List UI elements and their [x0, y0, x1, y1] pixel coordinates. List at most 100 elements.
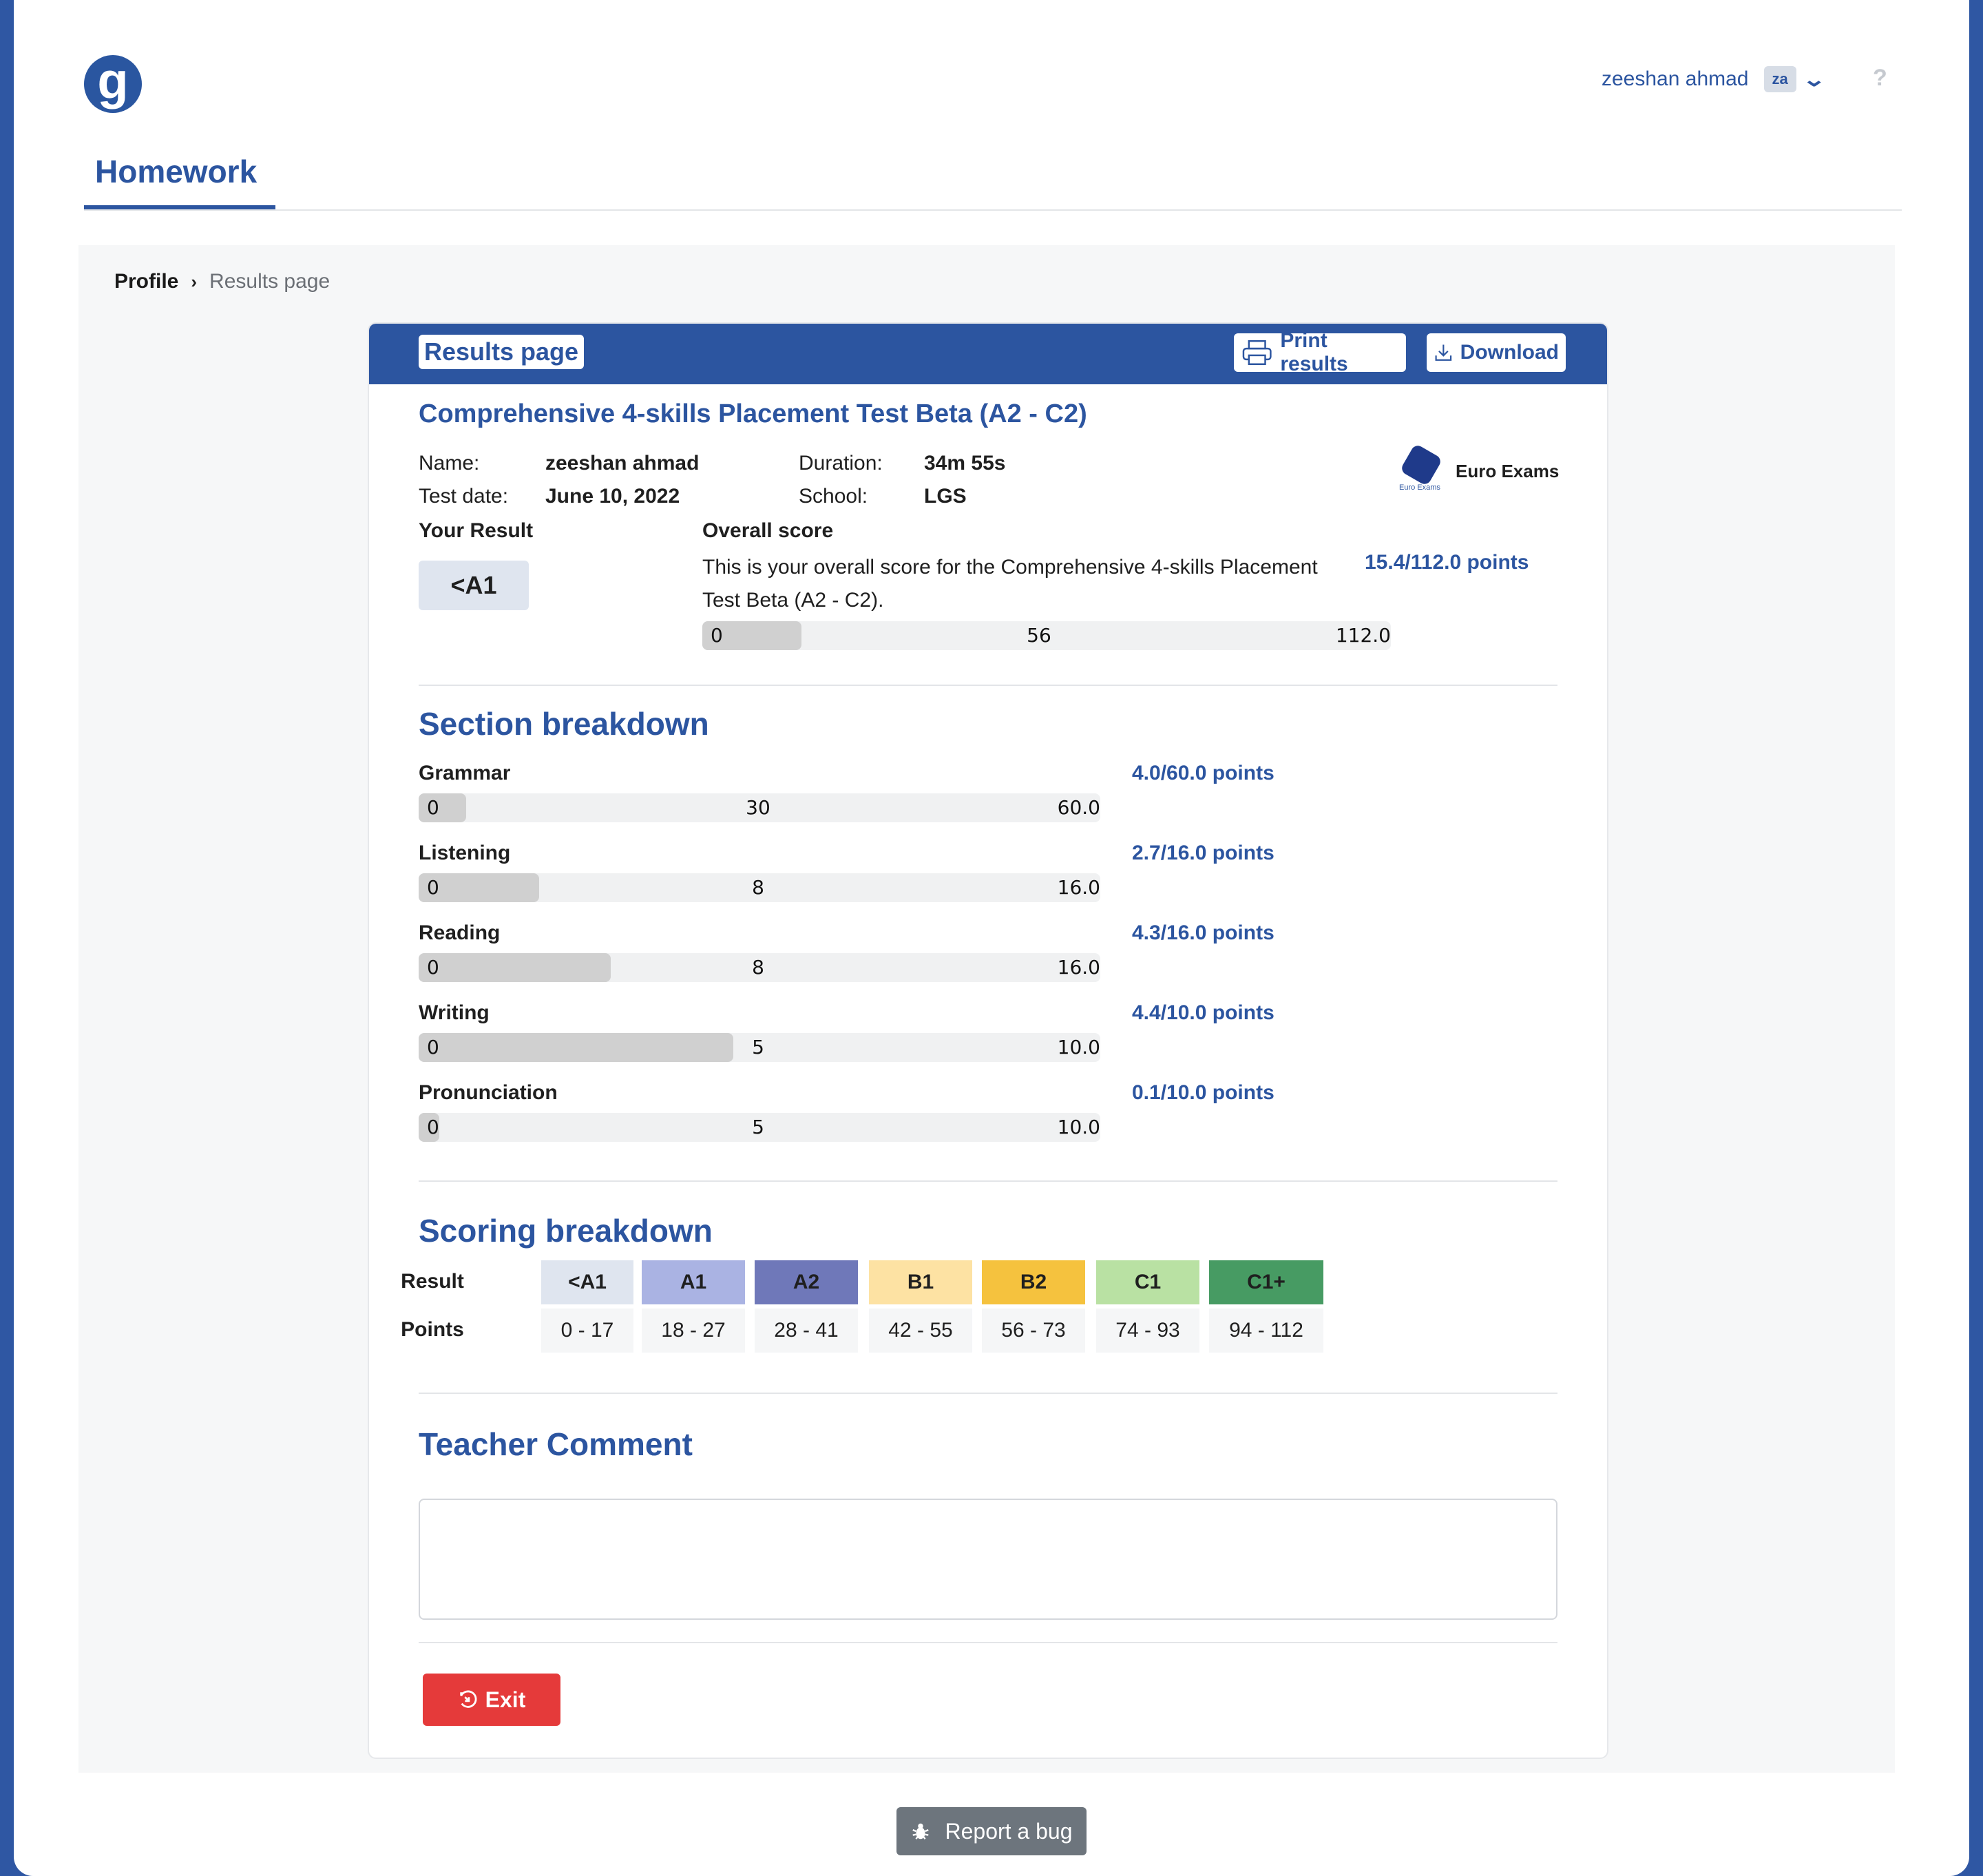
school-value: LGS — [924, 485, 967, 508]
section-bar-max: 60.0 — [1057, 796, 1100, 819]
download-icon — [1435, 344, 1452, 361]
scoring-result-label: Result — [401, 1270, 464, 1293]
level-chip: B2 — [982, 1260, 1085, 1304]
duration-label: Duration: — [799, 452, 883, 475]
provider-logo: Euro Exams Euro Exams — [1399, 443, 1560, 493]
section-progress-bar-pronunciation: 0 5 10.0 — [419, 1113, 1100, 1142]
section-bar-mid: 30 — [746, 796, 770, 819]
card-title: Results page — [419, 335, 585, 369]
overall-points: 15.4/112.0 points — [1365, 551, 1529, 574]
nav-divider — [84, 209, 1902, 211]
section-bar-min: 0 — [427, 1116, 439, 1138]
section-bar-min: 0 — [427, 1036, 439, 1059]
overall-progress-bar: 0 56 112.0 — [702, 621, 1391, 650]
section-label-pronunciation: Pronunciation — [419, 1081, 558, 1104]
chevron-down-icon[interactable]: ⌄ — [1802, 68, 1826, 91]
section-progress-fill — [419, 793, 466, 822]
level-range: 94 - 112 — [1209, 1309, 1323, 1353]
user-name: zeeshan ahmad — [1602, 67, 1749, 90]
level-range: 28 - 41 — [755, 1309, 858, 1353]
section-bar-max: 10.0 — [1057, 1116, 1100, 1138]
section-progress-bar-reading: 0 8 16.0 — [419, 953, 1100, 982]
level-range: 74 - 93 — [1096, 1309, 1199, 1353]
overall-score-label: Overall score — [702, 519, 834, 542]
download-button[interactable]: Download — [1427, 333, 1566, 372]
euro-exams-emblem: Euro Exams — [1399, 443, 1443, 493]
breadcrumb-separator: › — [191, 271, 198, 292]
your-result-label: Your Result — [419, 519, 534, 542]
card-header: Results page Print results Download — [369, 324, 1607, 384]
print-results-button[interactable]: Print results — [1234, 329, 1406, 375]
name-label: Name: — [419, 452, 480, 475]
section-bar-mid: 5 — [752, 1116, 764, 1138]
report-bug-button[interactable]: Report a bug — [896, 1807, 1087, 1855]
level-chip: C1+ — [1209, 1260, 1323, 1304]
section-bar-mid: 5 — [752, 1036, 764, 1059]
duration-value: 34m 55s — [924, 452, 1006, 475]
section-points-writing: 4.4/10.0 points — [1132, 1001, 1274, 1024]
overall-bar-mid: 56 — [1027, 624, 1051, 647]
level-range: 0 - 17 — [541, 1309, 633, 1353]
divider — [419, 1180, 1557, 1182]
section-points-reading: 4.3/16.0 points — [1132, 921, 1274, 944]
help-icon[interactable]: ? — [1873, 65, 1887, 92]
divider — [419, 1642, 1557, 1643]
overall-score-description: This is your overall score for the Compr… — [702, 556, 1318, 612]
scoring-points-label: Points — [401, 1318, 464, 1341]
tab-homework[interactable]: Homework — [84, 146, 275, 209]
page: g zeeshan ahmad za ⌄ ? Homework Profile … — [14, 0, 1969, 1876]
your-result-badge: <A1 — [419, 561, 529, 610]
section-label-writing: Writing — [419, 1001, 490, 1024]
breadcrumb-profile[interactable]: Profile — [114, 270, 178, 293]
level-range: 18 - 27 — [642, 1309, 745, 1353]
teacher-comment-heading: Teacher Comment — [419, 1426, 693, 1462]
section-progress-bar-grammar: 0 30 60.0 — [419, 793, 1100, 822]
section-bar-mid: 8 — [752, 876, 764, 899]
bug-icon — [912, 1823, 930, 1839]
section-points-listening: 2.7/16.0 points — [1132, 842, 1274, 864]
app-logo[interactable]: g — [84, 55, 142, 113]
divider — [419, 685, 1557, 686]
level-range: 42 - 55 — [869, 1309, 972, 1353]
scoring-breakdown-heading: Scoring breakdown — [419, 1213, 713, 1249]
section-progress-bar-listening: 0 8 16.0 — [419, 873, 1100, 902]
section-bar-min: 0 — [427, 796, 439, 819]
content-area: Profile › Results page Results page Prin… — [78, 245, 1895, 1773]
section-points-pronunciation: 0.1/10.0 points — [1132, 1081, 1274, 1104]
exit-button[interactable]: Exit — [423, 1674, 560, 1726]
section-bar-min: 0 — [427, 876, 439, 899]
overall-bar-max: 112.0 — [1335, 624, 1391, 647]
print-results-label: Print results — [1280, 329, 1348, 375]
level-chip: A2 — [755, 1260, 858, 1304]
report-bug-label: Report a bug — [945, 1818, 1073, 1844]
section-label-listening: Listening — [419, 842, 511, 864]
level-chip: A1 — [642, 1260, 745, 1304]
provider-name: Euro Exams — [1456, 460, 1560, 481]
results-card: Results page Print results Download Comp… — [368, 322, 1608, 1759]
breadcrumb-current: Results page — [209, 270, 330, 293]
section-breakdown-heading: Section breakdown — [419, 706, 709, 742]
user-avatar: za — [1763, 66, 1796, 92]
breadcrumb: Profile › Results page — [114, 270, 330, 293]
section-progress-fill — [419, 1033, 733, 1062]
section-bar-max: 10.0 — [1057, 1036, 1100, 1059]
divider — [419, 1393, 1557, 1394]
teacher-comment-box[interactable] — [419, 1499, 1557, 1620]
section-label-reading: Reading — [419, 921, 501, 944]
test-title: Comprehensive 4-skills Placement Test Be… — [419, 399, 1087, 428]
section-bar-max: 16.0 — [1057, 876, 1100, 899]
section-label-grammar: Grammar — [419, 762, 511, 784]
test-date-value: June 10, 2022 — [545, 485, 680, 508]
level-range: 56 - 73 — [982, 1309, 1085, 1353]
overall-bar-min: 0 — [711, 624, 723, 647]
printer-icon — [1242, 340, 1272, 366]
exit-icon — [459, 1690, 477, 1708]
test-date-label: Test date: — [419, 485, 509, 508]
level-chip: C1 — [1096, 1260, 1199, 1304]
download-label: Download — [1460, 341, 1559, 364]
school-label: School: — [799, 485, 868, 508]
section-bar-min: 0 — [427, 956, 439, 979]
name-value: zeeshan ahmad — [545, 452, 700, 475]
level-chip: <A1 — [541, 1260, 633, 1304]
user-menu[interactable]: zeeshan ahmad za ⌄ — [1602, 66, 1826, 92]
